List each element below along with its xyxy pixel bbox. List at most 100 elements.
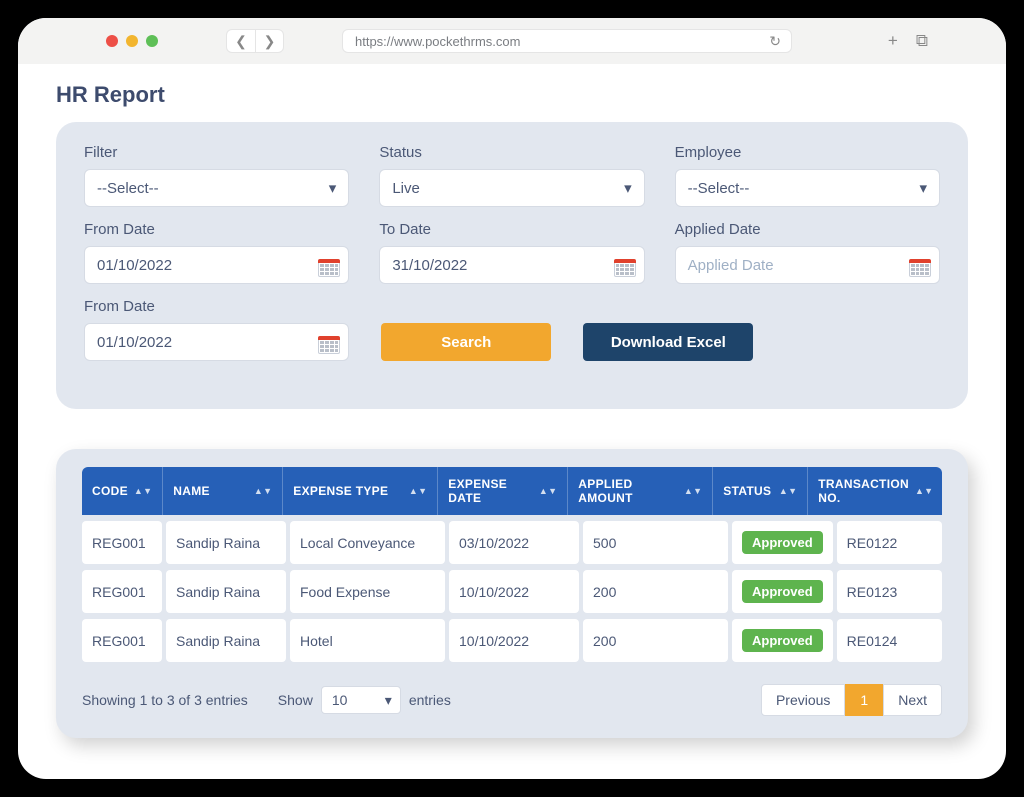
- table-cell: 200: [583, 619, 728, 662]
- chevron-down-icon: ▾: [329, 179, 337, 197]
- sort-icon: ▲▼: [134, 489, 152, 494]
- window-controls: [106, 35, 158, 47]
- employee-select[interactable]: --Select-- ▾: [675, 169, 940, 207]
- nav-buttons: ❮ ❯: [226, 29, 284, 53]
- url-bar[interactable]: https://www.pockethrms.com ↻: [342, 29, 792, 53]
- table-row: REG001Sandip RainaHotel10/10/2022200 Appr…: [82, 619, 942, 662]
- from-date-input[interactable]: 01/10/2022: [84, 246, 349, 284]
- results-panel: CODE▲▼ NAME▲▼ EXPENSE TYPE▲▼ EXPENSE DAT…: [56, 449, 968, 738]
- table-cell: 500: [583, 521, 728, 564]
- table-cell-status: Approved: [732, 521, 833, 564]
- from-date2-input[interactable]: 01/10/2022: [84, 323, 349, 361]
- sort-icon: ▲▼: [915, 489, 933, 494]
- applied-date-label: Applied Date: [675, 221, 940, 238]
- page-title: HR Report: [56, 82, 968, 108]
- calendar-icon[interactable]: [318, 254, 340, 277]
- browser-titlebar: ❮ ❯ https://www.pockethrms.com ↻ + ⧉: [18, 18, 1006, 64]
- from-date2-label: From Date: [84, 298, 349, 315]
- table-cell: Sandip Raina: [166, 521, 286, 564]
- calendar-icon[interactable]: [614, 254, 636, 277]
- sort-icon: ▲▼: [254, 489, 272, 494]
- status-badge: Approved: [742, 629, 823, 652]
- employee-value: --Select--: [688, 180, 750, 197]
- table-row: REG001Sandip RainaLocal Conveyance03/10/…: [82, 521, 942, 564]
- forward-button[interactable]: ❯: [255, 30, 283, 52]
- new-tab-icon[interactable]: +: [888, 31, 898, 51]
- th-applied-amount[interactable]: APPLIED AMOUNT▲▼: [568, 467, 713, 515]
- to-date-value: 31/10/2022: [392, 257, 467, 274]
- url-text: https://www.pockethrms.com: [355, 34, 520, 49]
- status-select[interactable]: Live ▾: [379, 169, 644, 207]
- next-button[interactable]: Next: [883, 684, 942, 716]
- page-size-select[interactable]: 10 ▾: [321, 686, 401, 714]
- th-code[interactable]: CODE▲▼: [82, 467, 163, 515]
- chevron-down-icon: ▾: [919, 179, 927, 197]
- close-window-icon[interactable]: [106, 35, 118, 47]
- sort-icon: ▲▼: [539, 489, 557, 494]
- tabs-overview-icon[interactable]: ⧉: [916, 31, 928, 51]
- table-footer: Showing 1 to 3 of 3 entries Show 10 ▾ en…: [82, 684, 942, 716]
- table-cell: REG001: [82, 570, 162, 613]
- page-1-button[interactable]: 1: [845, 684, 883, 716]
- table-cell: 200: [583, 570, 728, 613]
- applied-date-placeholder: Applied Date: [688, 257, 774, 274]
- from-date-value: 01/10/2022: [97, 257, 172, 274]
- table-header: CODE▲▼ NAME▲▼ EXPENSE TYPE▲▼ EXPENSE DAT…: [82, 467, 942, 515]
- table-cell: RE0123: [837, 570, 942, 613]
- chevron-down-icon: ▾: [385, 692, 392, 709]
- showing-text: Showing 1 to 3 of 3 entries: [82, 692, 248, 708]
- table-cell: RE0122: [837, 521, 942, 564]
- sort-icon: ▲▼: [779, 489, 797, 494]
- table-row: REG001Sandip RainaFood Expense10/10/2022…: [82, 570, 942, 613]
- calendar-icon[interactable]: [909, 254, 931, 277]
- table-cell: 03/10/2022: [449, 521, 579, 564]
- employee-label: Employee: [675, 144, 940, 161]
- filter-panel: Filter --Select-- ▾ Status Live ▾ Employ…: [56, 122, 968, 409]
- table-cell: 10/10/2022: [449, 619, 579, 662]
- status-label: Status: [379, 144, 644, 161]
- show-label: Show: [278, 692, 313, 708]
- filter-label: Filter: [84, 144, 349, 161]
- entries-label: entries: [409, 692, 451, 708]
- table-cell: REG001: [82, 619, 162, 662]
- th-expense-type[interactable]: EXPENSE TYPE▲▼: [283, 467, 438, 515]
- applied-date-input[interactable]: Applied Date: [675, 246, 940, 284]
- reload-icon[interactable]: ↻: [769, 33, 781, 50]
- to-date-label: To Date: [379, 221, 644, 238]
- page-size-value: 10: [332, 692, 348, 708]
- th-status[interactable]: STATUS▲▼: [713, 467, 808, 515]
- calendar-icon[interactable]: [318, 331, 340, 354]
- chevron-down-icon: ▾: [624, 179, 632, 197]
- maximize-window-icon[interactable]: [146, 35, 158, 47]
- th-transaction-no[interactable]: TRANSACTION NO.▲▼: [808, 467, 943, 515]
- table-cell: Sandip Raina: [166, 619, 286, 662]
- table-cell: Sandip Raina: [166, 570, 286, 613]
- table-body: REG001Sandip RainaLocal Conveyance03/10/…: [82, 521, 942, 662]
- table-cell: Local Conveyance: [290, 521, 445, 564]
- pagination: Previous 1 Next: [761, 684, 942, 716]
- status-badge: Approved: [742, 580, 823, 603]
- th-name[interactable]: NAME▲▼: [163, 467, 283, 515]
- sort-icon: ▲▼: [684, 489, 702, 494]
- th-expense-date[interactable]: EXPENSE DATE▲▼: [438, 467, 568, 515]
- table-cell: RE0124: [837, 619, 942, 662]
- status-badge: Approved: [742, 531, 823, 554]
- minimize-window-icon[interactable]: [126, 35, 138, 47]
- status-value: Live: [392, 180, 420, 197]
- table-cell: Food Expense: [290, 570, 445, 613]
- table-cell: 10/10/2022: [449, 570, 579, 613]
- filter-select[interactable]: --Select-- ▾: [84, 169, 349, 207]
- from-date-label: From Date: [84, 221, 349, 238]
- table-cell: Hotel: [290, 619, 445, 662]
- sort-icon: ▲▼: [409, 489, 427, 494]
- previous-button[interactable]: Previous: [761, 684, 845, 716]
- search-button[interactable]: Search: [381, 323, 551, 361]
- filter-value: --Select--: [97, 180, 159, 197]
- back-button[interactable]: ❮: [227, 30, 255, 52]
- to-date-input[interactable]: 31/10/2022: [379, 246, 644, 284]
- from-date2-value: 01/10/2022: [97, 334, 172, 351]
- download-excel-button[interactable]: Download Excel: [583, 323, 753, 361]
- table-cell-status: Approved: [732, 619, 833, 662]
- table-cell: REG001: [82, 521, 162, 564]
- table-cell-status: Approved: [732, 570, 833, 613]
